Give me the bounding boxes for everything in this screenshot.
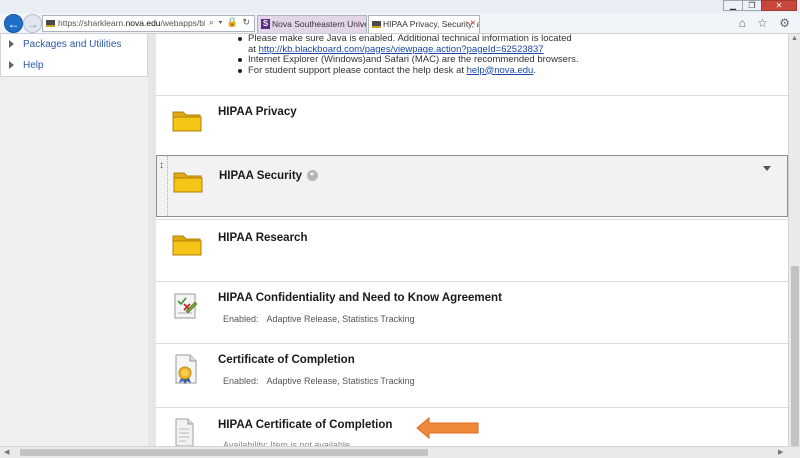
back-arrow-icon[interactable]: ←: [4, 14, 23, 33]
sidebar-background: [0, 77, 148, 446]
nova-s-logo-icon: S: [261, 19, 270, 29]
address-bar-tools-icon[interactable]: ⌕ ▾ 🔒 ↻: [209, 17, 251, 28]
tab-label: Nova Southeastern University ...: [272, 19, 367, 29]
scroll-up-icon[interactable]: ▲: [791, 35, 798, 42]
item-status: Enabled: Adaptive Release, Statistics Tra…: [223, 314, 415, 324]
chevron-down-icon[interactable]: [763, 166, 771, 171]
java-notice: Please make sure Java is enabled. Additi…: [236, 34, 756, 76]
sidebar-item-help[interactable]: Help: [9, 60, 44, 74]
close-window-button[interactable]: ✕: [761, 0, 797, 11]
item-title-confidentiality-agreement[interactable]: HIPAA Confidentiality and Need to Know A…: [218, 292, 502, 304]
minimize-button[interactable]: ▁: [723, 0, 743, 11]
close-tab-icon[interactable]: ×: [470, 18, 476, 29]
caret-right-icon: [9, 61, 14, 70]
maximize-button[interactable]: ❐: [742, 0, 762, 11]
scroll-right-icon[interactable]: ▶: [778, 448, 783, 456]
sidebar-panel: Packages and Utilities Help: [0, 34, 148, 77]
item-title-hipaa-privacy[interactable]: HIPAA Privacy: [218, 106, 297, 118]
help-email-link[interactable]: help@nova.edu: [467, 65, 534, 76]
certificate-icon: [172, 353, 200, 388]
content-item-hipaa-security[interactable]: ↕ HIPAA Security: [156, 155, 788, 217]
content-item-hipaa-privacy: HIPAA Privacy: [156, 95, 788, 155]
item-title-hipaa-certificate-of-completion[interactable]: HIPAA Certificate of Completion: [218, 419, 392, 431]
address-bar[interactable]: https://sharklearn.nova.edu/webapps/blac…: [42, 15, 255, 32]
horizontal-scrollbar[interactable]: ◀ ▶: [0, 446, 800, 458]
item-status: Enabled: Adaptive Release, Statistics Tra…: [223, 376, 415, 386]
browser-navbar: ← → https://sharklearn.nova.edu/webapps/…: [0, 13, 800, 34]
item-title-hipaa-research[interactable]: HIPAA Research: [218, 232, 307, 244]
forward-arrow-icon[interactable]: →: [23, 14, 42, 33]
content-item-hipaa-certificate-of-completion: HIPAA Certificate of Completion Availabi…: [156, 407, 788, 446]
caret-right-icon: [9, 40, 14, 49]
item-title-hipaa-security[interactable]: HIPAA Security: [219, 170, 319, 182]
tab-label: HIPAA Privacy, Security, an...: [383, 19, 479, 29]
folder-icon: [172, 108, 202, 135]
scroll-left-icon[interactable]: ◀: [4, 448, 9, 456]
content-item-certificate-of-completion: Certificate of Completion Enabled: Adapti…: [156, 343, 788, 407]
tab-nova-southeastern[interactable]: S Nova Southeastern University ...: [257, 15, 367, 33]
browser-toolbar-icons[interactable]: ⌂ ☆ ⚙: [739, 16, 794, 30]
tab-hipaa-privacy[interactable]: HIPAA Privacy, Security, an... ×: [368, 15, 480, 33]
site-favicon-icon: [46, 20, 55, 27]
sidebar-item-packages-and-utilities[interactable]: Packages and Utilities: [9, 39, 121, 53]
drag-handle-icon[interactable]: ↕: [159, 160, 164, 171]
assessment-icon: [172, 291, 200, 324]
course-sidebar: Packages and Utilities Help: [0, 34, 148, 446]
vertical-scroll-thumb[interactable]: [791, 266, 799, 446]
item-title-certificate-of-completion[interactable]: Certificate of Completion: [218, 354, 355, 366]
blackboard-favicon-icon: [372, 21, 381, 28]
kb-blackboard-link[interactable]: http://kb.blackboard.com/pages/viewpage.…: [259, 44, 544, 55]
folder-icon: [172, 232, 202, 259]
window-titlebar: ▁ ❐ ✕: [0, 0, 800, 13]
content-item-hipaa-research: HIPAA Research: [156, 219, 788, 281]
url-text: https://sharklearn.nova.edu/webapps/blac…: [58, 18, 205, 28]
horizontal-scroll-thumb[interactable]: [20, 449, 428, 456]
document-icon: [172, 417, 196, 446]
vertical-scrollbar[interactable]: ▲: [788, 34, 800, 446]
folder-icon: [173, 169, 203, 196]
orange-arrow-pointer: [416, 416, 480, 442]
content-item-confidentiality-agreement: HIPAA Confidentiality and Need to Know A…: [156, 281, 788, 343]
main-content: Please make sure Java is enabled. Additi…: [148, 34, 788, 446]
context-menu-icon[interactable]: [307, 170, 319, 181]
